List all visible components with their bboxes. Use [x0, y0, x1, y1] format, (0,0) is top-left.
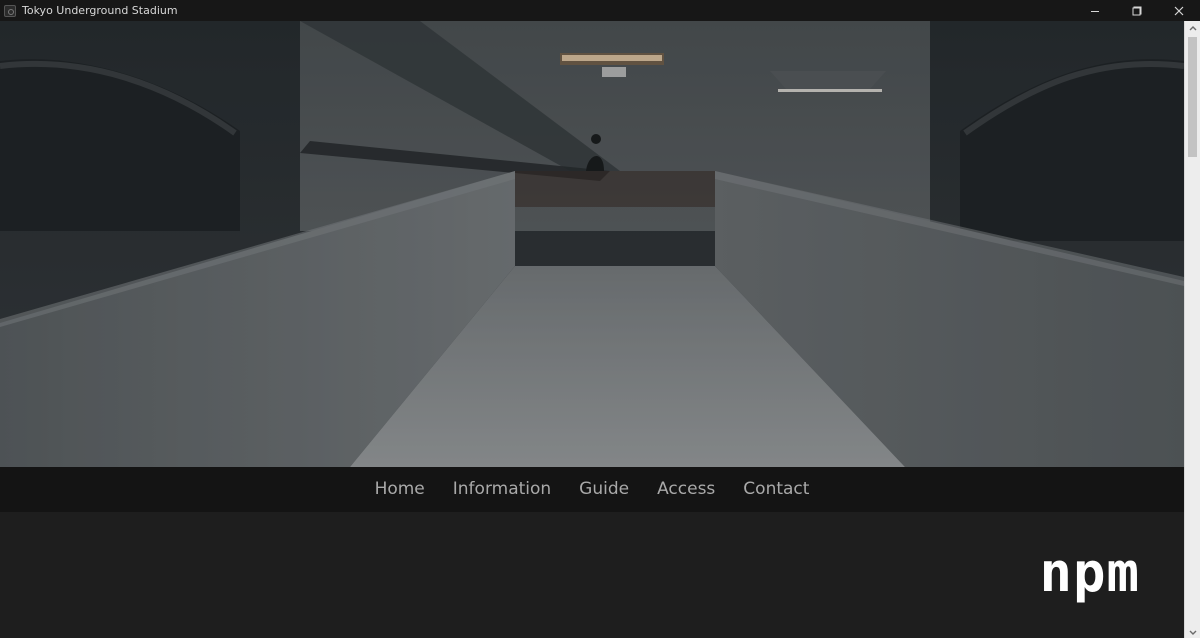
title-bar[interactable]: Tokyo Underground Stadium [0, 0, 1200, 21]
maximize-button[interactable] [1116, 0, 1158, 21]
hero-illustration [0, 21, 1184, 467]
npm-logo: npm [1039, 541, 1140, 604]
chevron-up-icon [1188, 19, 1198, 38]
scroll-thumb[interactable] [1188, 37, 1197, 157]
scroll-down-button[interactable] [1185, 624, 1200, 638]
close-icon [1173, 5, 1185, 17]
vertical-scrollbar[interactable] [1184, 21, 1200, 638]
scroll-up-button[interactable] [1185, 21, 1200, 35]
nav-access[interactable]: Access [657, 467, 715, 512]
app-window: Tokyo Underground Stadium Home Informati… [0, 0, 1200, 638]
nav-guide[interactable]: Guide [579, 467, 629, 512]
minimize-button[interactable] [1074, 0, 1116, 21]
restore-icon [1131, 5, 1143, 17]
nav-contact[interactable]: Contact [743, 467, 809, 512]
hero-image [0, 21, 1184, 467]
content-area: npm [0, 512, 1184, 638]
minimize-icon [1089, 5, 1101, 17]
app-icon [4, 4, 16, 17]
chevron-down-icon [1188, 622, 1198, 638]
nav-home[interactable]: Home [375, 467, 425, 512]
nav-information[interactable]: Information [453, 467, 551, 512]
window-controls [1074, 0, 1200, 21]
window-title: Tokyo Underground Stadium [22, 4, 178, 17]
main-navigation: Home Information Guide Access Contact [0, 467, 1184, 512]
